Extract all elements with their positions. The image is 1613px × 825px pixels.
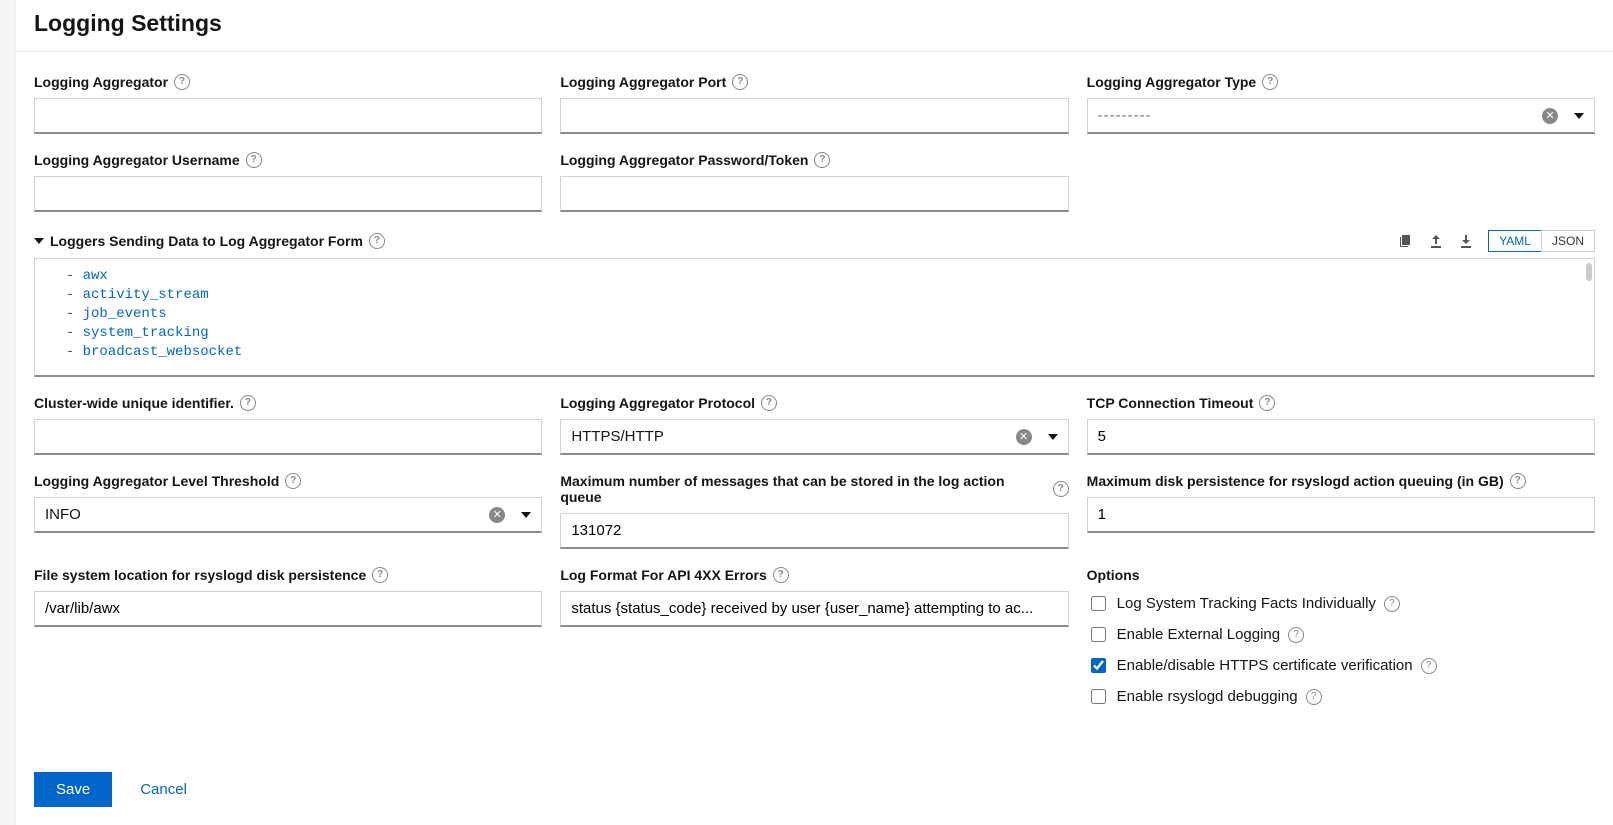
- help-icon[interactable]: ?: [174, 74, 190, 90]
- help-icon[interactable]: ?: [773, 567, 789, 583]
- help-icon[interactable]: ?: [1262, 74, 1278, 90]
- opt3-label: Enable/disable HTTPS certificate verific…: [1117, 657, 1413, 674]
- log-format-input[interactable]: [560, 591, 1068, 627]
- option-row[interactable]: Log System Tracking Facts Individually ?: [1087, 593, 1595, 614]
- opt4-checkbox[interactable]: [1091, 689, 1106, 704]
- label-username: Logging Aggregator Username: [34, 152, 240, 168]
- code-line: - system_tracking: [49, 324, 1580, 343]
- label-loggers: Loggers Sending Data to Log Aggregator F…: [50, 233, 363, 249]
- protocol-select[interactable]: HTTPS/HTTP ✕: [560, 419, 1068, 455]
- username-input[interactable]: [34, 176, 542, 212]
- opt3-checkbox[interactable]: [1091, 658, 1106, 673]
- option-row[interactable]: Enable External Logging ?: [1087, 624, 1595, 645]
- fs-location-input[interactable]: [34, 591, 542, 627]
- label-aggregator: Logging Aggregator: [34, 74, 168, 90]
- code-line: - broadcast_websocket: [49, 343, 1580, 362]
- help-icon[interactable]: ?: [814, 152, 830, 168]
- clear-icon[interactable]: ✕: [1542, 108, 1558, 124]
- label-options: Options: [1087, 567, 1595, 583]
- max-messages-input[interactable]: [560, 513, 1068, 549]
- help-icon[interactable]: ?: [1306, 689, 1322, 705]
- level-select[interactable]: INFO ✕: [34, 497, 542, 533]
- help-icon[interactable]: ?: [285, 473, 301, 489]
- cancel-button[interactable]: Cancel: [134, 780, 193, 799]
- divider: [16, 51, 1613, 52]
- password-input[interactable]: [560, 176, 1068, 212]
- chevron-down-icon: [1574, 113, 1584, 119]
- label-max-messages: Maximum number of messages that can be s…: [560, 473, 1046, 505]
- help-icon[interactable]: ?: [1384, 596, 1400, 612]
- save-button[interactable]: Save: [34, 772, 112, 807]
- option-row[interactable]: Enable/disable HTTPS certificate verific…: [1087, 655, 1595, 676]
- option-row[interactable]: Enable rsyslogd debugging ?: [1087, 686, 1595, 707]
- cluster-id-input[interactable]: [34, 419, 542, 455]
- label-max-disk: Maximum disk persistence for rsyslogd ac…: [1087, 473, 1504, 489]
- chevron-down-icon: [1048, 434, 1058, 440]
- chevron-down-icon: [521, 512, 531, 518]
- max-disk-input[interactable]: [1087, 497, 1595, 533]
- help-icon[interactable]: ?: [1259, 395, 1275, 411]
- code-line: - job_events: [49, 305, 1580, 324]
- help-icon[interactable]: ?: [1288, 627, 1304, 643]
- opt1-label: Log System Tracking Facts Individually: [1117, 595, 1376, 612]
- type-select-value: ---------: [1098, 107, 1542, 124]
- label-fs-location: File system location for rsyslogd disk p…: [34, 567, 366, 583]
- code-line: - activity_stream: [49, 286, 1580, 305]
- label-cluster-id: Cluster-wide unique identifier.: [34, 395, 234, 411]
- yaml-toggle[interactable]: YAML: [1488, 230, 1541, 252]
- download-icon[interactable]: [1458, 233, 1474, 249]
- label-port: Logging Aggregator Port: [560, 74, 726, 90]
- label-protocol: Logging Aggregator Protocol: [560, 395, 755, 411]
- tcp-timeout-input[interactable]: [1087, 419, 1595, 455]
- opt2-label: Enable External Logging: [1117, 626, 1280, 643]
- protocol-select-value: HTTPS/HTTP: [571, 428, 1015, 445]
- label-tcp-timeout: TCP Connection Timeout: [1087, 395, 1254, 411]
- chevron-down-icon[interactable]: [34, 238, 44, 244]
- help-icon[interactable]: ?: [372, 567, 388, 583]
- label-type: Logging Aggregator Type: [1087, 74, 1257, 90]
- help-icon[interactable]: ?: [240, 395, 256, 411]
- copy-icon[interactable]: [1398, 233, 1414, 249]
- help-icon[interactable]: ?: [1510, 473, 1526, 489]
- help-icon[interactable]: ?: [1421, 658, 1437, 674]
- scrollbar[interactable]: [1586, 263, 1592, 281]
- aggregator-input[interactable]: [34, 98, 542, 134]
- help-icon[interactable]: ?: [369, 233, 385, 249]
- help-icon[interactable]: ?: [732, 74, 748, 90]
- page-title: Logging Settings: [34, 10, 1595, 37]
- code-line: - awx: [49, 267, 1580, 286]
- help-icon[interactable]: ?: [1053, 481, 1069, 497]
- opt4-label: Enable rsyslogd debugging: [1117, 688, 1298, 705]
- loggers-code-editor[interactable]: - awx - activity_stream - job_events - s…: [34, 258, 1595, 377]
- port-input[interactable]: [560, 98, 1068, 134]
- opt2-checkbox[interactable]: [1091, 627, 1106, 642]
- label-level: Logging Aggregator Level Threshold: [34, 473, 279, 489]
- upload-icon[interactable]: [1428, 233, 1444, 249]
- label-password: Logging Aggregator Password/Token: [560, 152, 808, 168]
- clear-icon[interactable]: ✕: [1016, 429, 1032, 445]
- level-select-value: INFO: [45, 506, 489, 523]
- opt1-checkbox[interactable]: [1091, 596, 1106, 611]
- help-icon[interactable]: ?: [761, 395, 777, 411]
- clear-icon[interactable]: ✕: [489, 507, 505, 523]
- type-select[interactable]: --------- ✕: [1087, 98, 1595, 134]
- help-icon[interactable]: ?: [246, 152, 262, 168]
- json-toggle[interactable]: JSON: [1541, 230, 1595, 252]
- label-log-format: Log Format For API 4XX Errors: [560, 567, 766, 583]
